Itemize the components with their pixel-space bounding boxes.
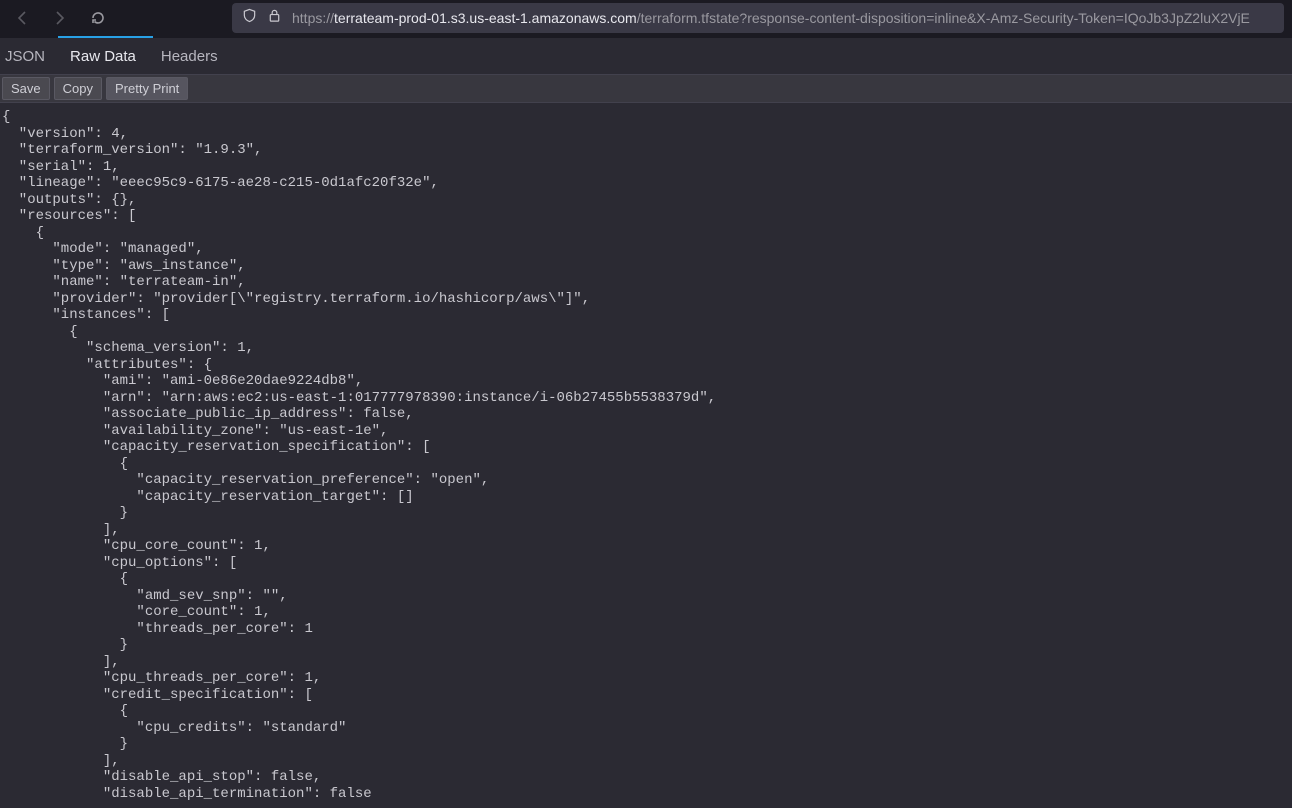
forward-button[interactable]	[46, 4, 74, 32]
shield-icon	[242, 8, 257, 28]
save-button[interactable]: Save	[2, 77, 50, 100]
reload-button[interactable]	[84, 4, 112, 32]
pretty-print-button[interactable]: Pretty Print	[106, 77, 188, 100]
viewer-tabs: JSON Raw Data Headers	[0, 38, 1292, 75]
url-rest: /terraform.tfstate?response-content-disp…	[637, 10, 1250, 26]
tab-raw-data[interactable]: Raw Data	[70, 40, 136, 73]
url-host: terrateam-prod-01.s3.us-east-1.amazonaws…	[334, 10, 637, 26]
browser-toolbar: https://terrateam-prod-01.s3.us-east-1.a…	[0, 0, 1292, 36]
action-bar: Save Copy Pretty Print	[0, 75, 1292, 103]
url-prefix: https://	[292, 10, 334, 26]
tab-headers[interactable]: Headers	[161, 40, 218, 73]
lock-icon	[267, 8, 282, 28]
tab-json[interactable]: JSON	[5, 40, 45, 73]
copy-button[interactable]: Copy	[54, 77, 102, 100]
raw-json-content[interactable]: { "version": 4, "terraform_version": "1.…	[0, 103, 1292, 808]
url-text: https://terrateam-prod-01.s3.us-east-1.a…	[292, 10, 1250, 26]
url-bar[interactable]: https://terrateam-prod-01.s3.us-east-1.a…	[232, 3, 1284, 33]
back-button[interactable]	[8, 4, 36, 32]
